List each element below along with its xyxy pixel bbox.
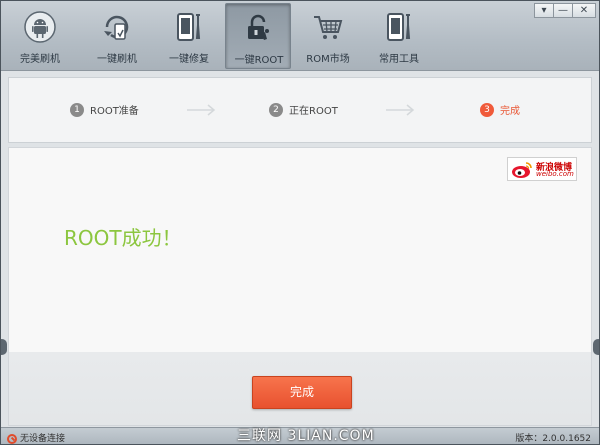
repair-phone-icon <box>177 13 201 41</box>
connection-status: 无设备连接 <box>7 431 65 444</box>
result-panel: 新浪微博 weibo.com ROOT成功！ <box>8 147 592 352</box>
watermark-text: 三联网 3LIAN.COM <box>237 428 375 444</box>
toolbar-item-label: 完美刷机 <box>20 54 60 65</box>
refresh-phone-icon <box>104 15 129 40</box>
minimize-icon: — <box>558 5 568 16</box>
step-label: 完成 <box>500 106 520 117</box>
arrow-right-icon <box>386 104 415 116</box>
cart-icon <box>314 16 343 39</box>
step-number: 1 <box>70 102 84 117</box>
root-progress-steps: 1 ROOT准备 2 正在ROOT 3 完成 <box>8 77 592 143</box>
toolbar-item-common-tools[interactable]: 常用工具 <box>366 3 432 69</box>
action-area: 完成 <box>8 352 592 426</box>
step-rooting: 2 正在ROOT <box>269 102 338 118</box>
weibo-share-button[interactable]: 新浪微博 weibo.com <box>507 157 577 181</box>
toolbar-item-one-click-repair[interactable]: 一键修复 <box>156 3 222 69</box>
menu-dropdown-button[interactable]: ▾ <box>534 3 554 18</box>
android-icon <box>24 11 56 43</box>
weibo-domain: weibo.com <box>536 170 574 178</box>
minimize-button[interactable]: — <box>553 3 573 18</box>
step-complete: 3 完成 <box>480 102 520 118</box>
toolbar-item-label: 一键ROOT <box>234 55 284 66</box>
toolbar-item-label: ROM市场 <box>306 54 350 65</box>
left-edge-handle <box>1 339 7 355</box>
toolbar-item-label: 一键修复 <box>169 54 209 65</box>
toolbar-item-one-click-flash[interactable]: 一键刷机 <box>84 3 150 69</box>
step-root-prepare: 1 ROOT准备 <box>70 102 139 118</box>
tools-icon <box>387 13 411 41</box>
no-device-icon <box>7 433 17 444</box>
step-label: 正在ROOT <box>289 106 338 117</box>
toolbar-item-label: 一键刷机 <box>97 54 137 65</box>
close-button[interactable]: ✕ <box>572 3 596 18</box>
step-number: 2 <box>269 102 283 117</box>
toolbar-item-rom-market[interactable]: ROM市场 <box>295 3 361 69</box>
right-edge-handle <box>593 339 599 355</box>
toolbar-item-label: 常用工具 <box>379 54 419 65</box>
root-success-message: ROOT成功！ <box>64 226 182 250</box>
connection-status-text: 无设备连接 <box>20 434 66 444</box>
app-window: 完美刷机 一键刷机 一键修复 一键ROOT ROM市场 常用工具 ▾ — ✕ 1… <box>0 0 600 445</box>
weibo-logo-icon <box>512 162 532 178</box>
done-button[interactable]: 完成 <box>252 376 352 409</box>
arrow-right-icon <box>187 104 216 116</box>
version-label: 版本：2.0.0.1652 <box>515 434 591 444</box>
toolbar-item-perfect-flash[interactable]: 完美刷机 <box>7 3 73 69</box>
main-toolbar: 完美刷机 一键刷机 一键修复 一键ROOT ROM市场 常用工具 ▾ — ✕ <box>1 1 599 71</box>
step-label: ROOT准备 <box>90 106 139 117</box>
chevron-down-icon: ▾ <box>541 5 547 16</box>
root-lock-icon <box>248 14 269 40</box>
step-number: 3 <box>480 102 494 117</box>
close-icon: ✕ <box>579 5 589 16</box>
toolbar-item-one-click-root[interactable]: 一键ROOT <box>225 3 291 69</box>
